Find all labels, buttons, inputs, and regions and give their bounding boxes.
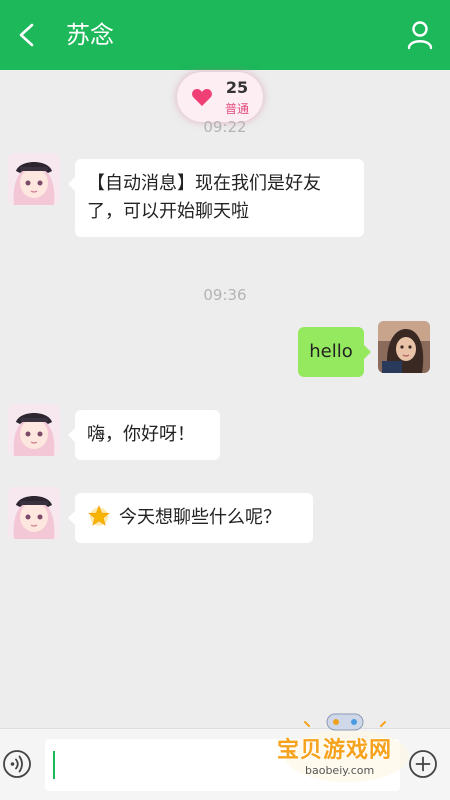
- star-icon: [88, 505, 110, 526]
- chat-title: 苏念: [66, 21, 114, 49]
- message-text: 今天想聊些什么呢？: [119, 507, 281, 528]
- back-arrow-icon[interactable]: [12, 18, 42, 52]
- heart-icon: [192, 89, 212, 106]
- message-text: 嗨，你好呀！: [87, 424, 195, 445]
- intimacy-value: 25: [225, 78, 249, 97]
- avatar-self[interactable]: [378, 321, 430, 373]
- message-text: hello: [309, 341, 353, 362]
- watermark-url: baobeiy.com: [305, 764, 375, 777]
- timestamp: 09:36: [203, 286, 247, 304]
- message-bubble[interactable]: hello: [298, 327, 371, 377]
- person-icon[interactable]: [406, 20, 434, 50]
- message-bubble[interactable]: 【自动消息】现在我们是好友了，可以开始聊天啦: [68, 159, 364, 237]
- avatar[interactable]: [8, 487, 60, 539]
- avatar[interactable]: [8, 404, 60, 456]
- watermark: 宝贝游戏网 baobeiy.com: [265, 712, 435, 792]
- intimacy-badge[interactable]: 25 普通: [177, 72, 263, 122]
- message-text: 【自动消息】现在我们是好友了，可以开始聊天啦: [87, 173, 321, 222]
- watermark-title: 宝贝游戏网: [277, 738, 393, 763]
- text-caret: [53, 751, 55, 779]
- message-bubble[interactable]: 嗨，你好呀！: [68, 410, 220, 460]
- timestamp: 09:22: [203, 118, 247, 136]
- intimacy-level: 普通: [224, 102, 249, 116]
- gamepad-icon: [326, 713, 364, 731]
- avatar[interactable]: [8, 153, 60, 205]
- message-bubble[interactable]: 今天想聊些什么呢？: [68, 493, 313, 543]
- top-bar: 苏念: [0, 0, 450, 70]
- voice-icon[interactable]: [2, 749, 32, 779]
